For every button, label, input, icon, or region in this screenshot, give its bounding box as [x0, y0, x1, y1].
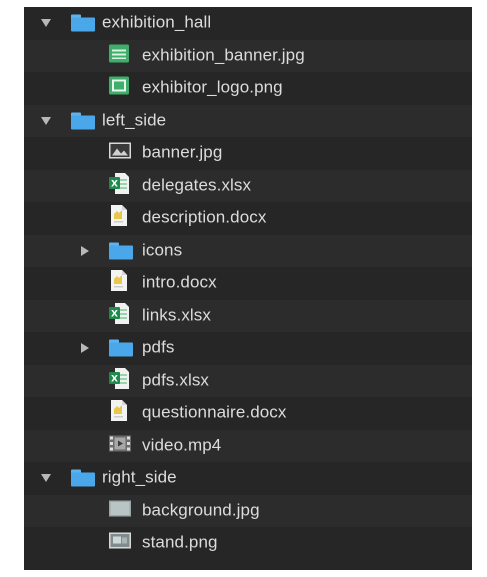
- image-file-icon: [109, 76, 129, 100]
- file-row-delegates-xlsx[interactable]: Xdelegates.xlsx: [24, 169, 472, 202]
- image-file-icon: [109, 44, 129, 67]
- file-row-exhibitor-logo-png[interactable]: exhibitor_logo.png: [24, 72, 472, 105]
- file-tree-panel: exhibition_hall exhibition_banner.jpgexhi…: [24, 7, 472, 570]
- word-file-icon: [109, 205, 127, 231]
- item-label: video.mp4: [142, 435, 222, 455]
- excel-file-icon: X: [109, 172, 129, 199]
- file-row-questionnaire-docx[interactable]: questionnaire.docx: [24, 397, 472, 430]
- svg-text:X: X: [111, 309, 118, 319]
- folder-row-pdfs[interactable]: pdfs: [24, 332, 472, 365]
- file-row-stand-png[interactable]: stand.png: [24, 527, 472, 560]
- folder-icon: [109, 242, 133, 260]
- item-label: intro.docx: [142, 272, 217, 292]
- item-label: right_side: [102, 467, 177, 487]
- disclosure-collapsed-icon[interactable]: [81, 245, 89, 256]
- item-label: pdfs.xlsx: [142, 370, 210, 390]
- file-row-banner-jpg[interactable]: banner.jpg: [24, 137, 472, 170]
- file-row-background-jpg[interactable]: background.jpg: [24, 494, 472, 527]
- item-label: links.xlsx: [142, 305, 212, 325]
- folder-row-icons[interactable]: icons: [24, 234, 472, 267]
- item-label: description.docx: [142, 207, 267, 227]
- item-label: pdfs: [142, 337, 175, 357]
- folder-icon: [71, 469, 95, 487]
- svg-text:X: X: [111, 179, 118, 189]
- image-file-icon: [109, 532, 131, 554]
- item-label: background.jpg: [142, 500, 260, 520]
- excel-file-icon: X: [109, 302, 129, 329]
- file-tree: exhibition_hall exhibition_banner.jpgexhi…: [24, 7, 472, 560]
- item-label: questionnaire.docx: [142, 402, 287, 422]
- file-row-video-mp4[interactable]: video.mp4: [24, 429, 472, 462]
- file-row-intro-docx[interactable]: intro.docx: [24, 267, 472, 300]
- folder-row-exhibition-hall[interactable]: exhibition_hall: [24, 7, 472, 40]
- folder-icon: [71, 112, 95, 130]
- file-row-exhibition-banner-jpg[interactable]: exhibition_banner.jpg: [24, 39, 472, 72]
- disclosure-expanded-icon[interactable]: [41, 19, 51, 28]
- item-label: icons: [142, 240, 183, 260]
- item-label: exhibitor_logo.png: [142, 77, 283, 97]
- word-file-icon: [109, 400, 127, 426]
- video-file-icon: [109, 435, 131, 456]
- disclosure-collapsed-icon[interactable]: [81, 343, 89, 354]
- image-file-icon: [109, 142, 131, 164]
- item-label: banner.jpg: [142, 142, 223, 162]
- file-row-description-docx[interactable]: description.docx: [24, 202, 472, 235]
- word-file-icon: [109, 270, 127, 296]
- item-label: exhibition_banner.jpg: [142, 45, 305, 65]
- folder-icon: [71, 14, 95, 32]
- disclosure-expanded-icon[interactable]: [41, 116, 51, 125]
- image-file-icon: [109, 500, 131, 521]
- item-label: stand.png: [142, 532, 218, 552]
- disclosure-expanded-icon[interactable]: [41, 474, 51, 483]
- file-row-links-xlsx[interactable]: Xlinks.xlsx: [24, 299, 472, 332]
- svg-text:X: X: [111, 374, 118, 384]
- folder-icon: [109, 339, 133, 357]
- folder-row-right-side[interactable]: right_side: [24, 462, 472, 495]
- item-label: left_side: [102, 110, 167, 130]
- folder-row-left-side[interactable]: left_side: [24, 104, 472, 137]
- file-row-pdfs-xlsx[interactable]: Xpdfs.xlsx: [24, 364, 472, 397]
- item-label: delegates.xlsx: [142, 175, 252, 195]
- excel-file-icon: X: [109, 367, 129, 394]
- item-label: exhibition_hall: [102, 12, 212, 32]
